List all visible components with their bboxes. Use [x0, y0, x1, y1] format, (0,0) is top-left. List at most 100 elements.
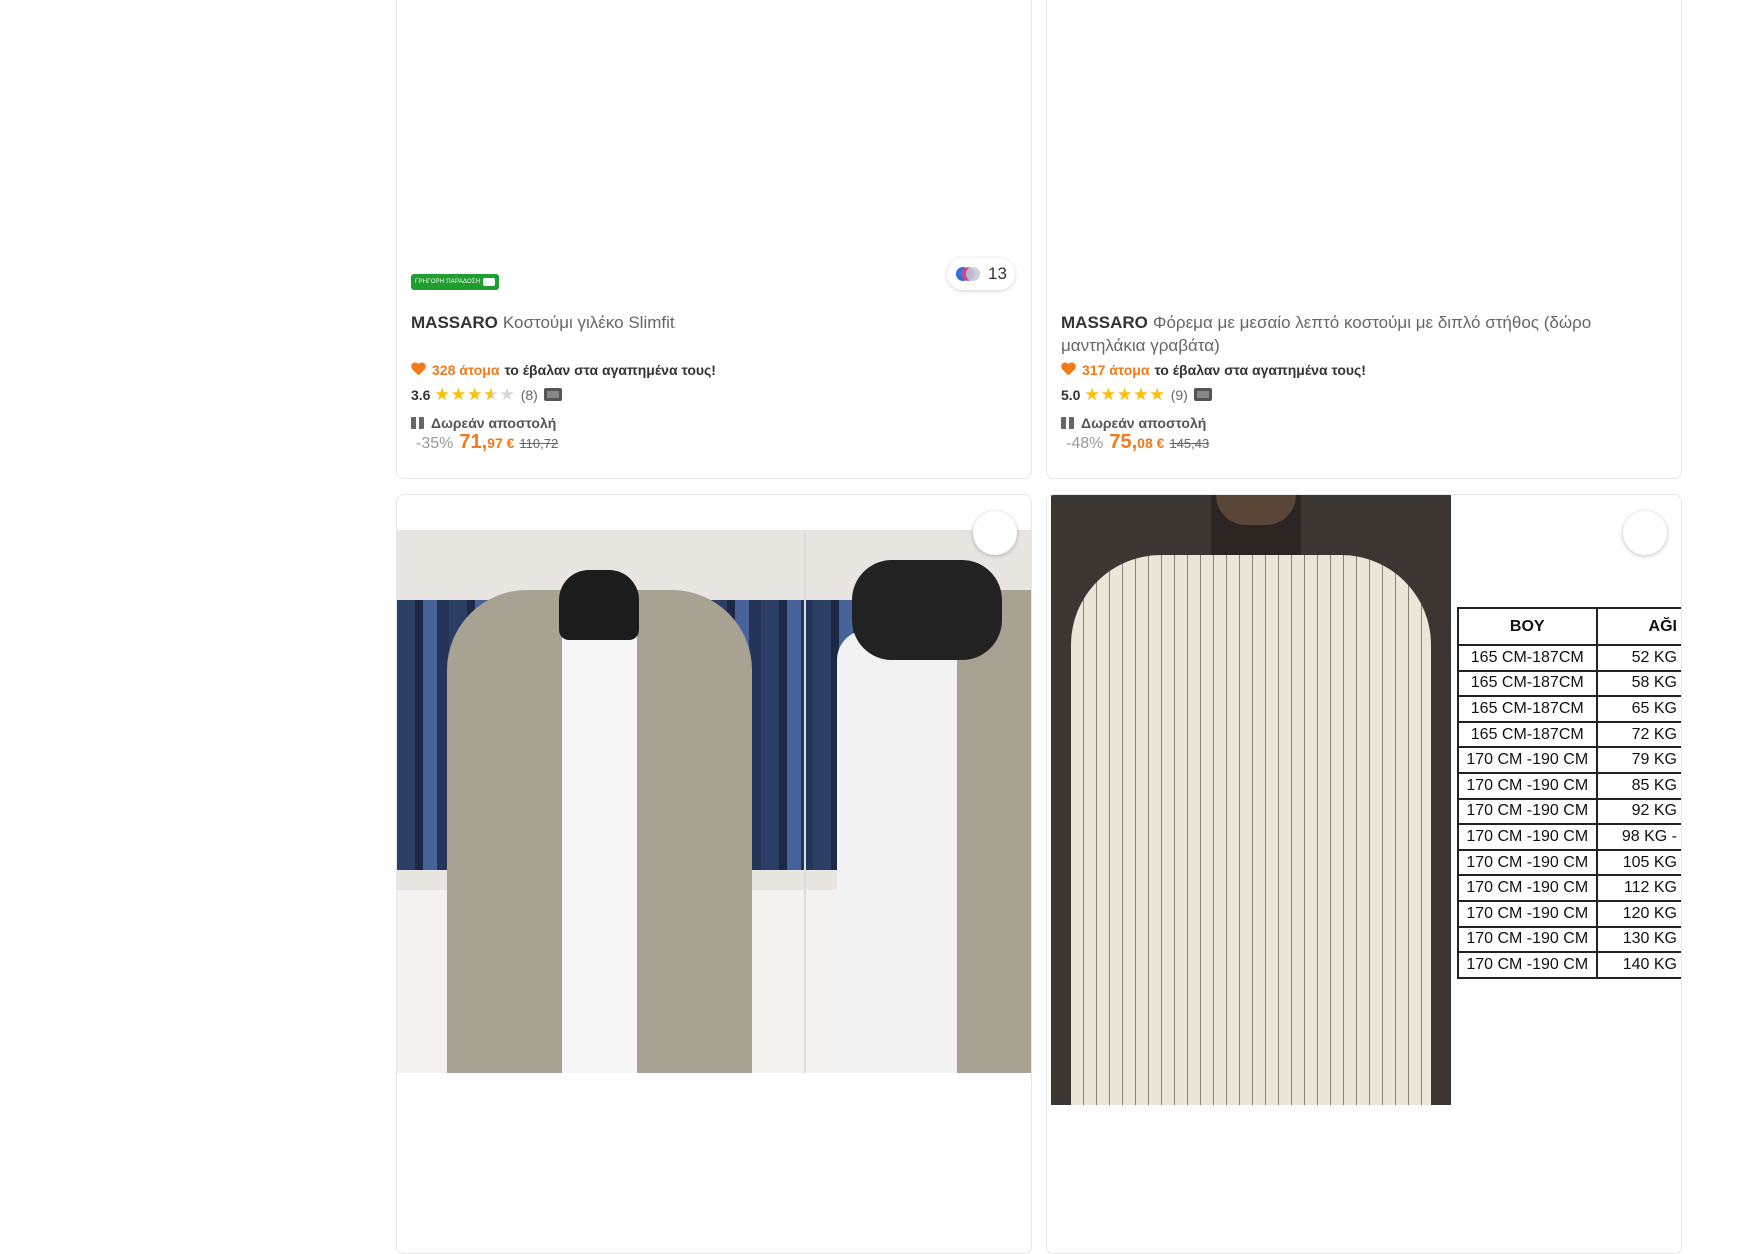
size-height-cell: 170 CM -190 CM	[1457, 951, 1598, 979]
star-icon: ★★	[483, 385, 499, 404]
star-icon: ★★	[1133, 385, 1149, 404]
product-brand: MASSARO	[1061, 313, 1148, 332]
product-card[interactable]: MASSARO Φόρεμα με μεσαίο λεπτό κοστούμι μ…	[1046, 0, 1682, 479]
size-header-weight: AĞI	[1595, 607, 1681, 646]
fast-delivery-badge: ΓΡΗΓΟΡΗ ΠΑΡΑΔΟΣΗ	[411, 274, 499, 290]
size-row: 170 CM -190 CM 120 KG	[1457, 899, 1681, 928]
discount-percent: -35%	[416, 435, 454, 452]
product-card[interactable]: ΓΡΗΓΟΡΗ ΠΑΡΑΔΟΣΗ 13 MASSARO Κοστούμι γιλέ…	[396, 0, 1032, 479]
favorite-button[interactable]	[973, 511, 1017, 555]
size-row: 170 CM -190 CM 92 KG	[1457, 797, 1681, 826]
size-chart-table: BOY AĞI 165 CM-187CM 52 KG 165 CM-187CM 58 …	[1457, 607, 1681, 979]
star-icon: ★★	[499, 385, 515, 404]
box-icon	[411, 417, 424, 429]
star-icon: ★★	[434, 385, 450, 404]
heart-icon	[1061, 363, 1076, 377]
favorites-text: το έβαλαν στα αγαπημένα τους!	[504, 362, 716, 378]
fast-delivery-label: ΓΡΗΓΟΡΗ ΠΑΡΑΔΟΣΗ	[415, 279, 481, 285]
size-weight-cell: 105 KG	[1595, 848, 1681, 877]
photo-review-icon	[543, 388, 562, 401]
size-weight-cell: 79 KG	[1595, 746, 1681, 774]
price-decimal: 97 €	[487, 435, 515, 451]
shipping-label: Δωρεάν αποστολή	[431, 415, 557, 431]
size-row: 170 CM -190 CM 112 KG	[1457, 874, 1681, 902]
price-integer: 75,	[1109, 431, 1138, 453]
product-title[interactable]: MASSARO Φόρεμα με μεσαίο λεπτό κοστούμι μ…	[1061, 311, 1661, 357]
product-image[interactable]: BOY AĞI 165 CM-187CM 52 KG 165 CM-187CM 58 …	[1051, 495, 1681, 1105]
size-height-cell: 170 CM -190 CM	[1457, 848, 1598, 877]
original-price: 145,43	[1169, 436, 1210, 451]
product-brand: MASSARO	[411, 313, 498, 332]
free-shipping: Δωρεάν αποστολή	[1061, 415, 1206, 431]
star-icon: ★★	[1100, 385, 1116, 404]
size-row: 170 CM -190 CM 98 KG -	[1457, 823, 1681, 851]
free-shipping: Δωρεάν αποστολή	[411, 415, 556, 431]
rating-value: 3.6	[411, 386, 431, 403]
favorites-text: το έβαλαν στα αγαπημένα τους!	[1154, 362, 1366, 378]
size-weight-cell: 85 KG	[1595, 771, 1681, 800]
size-weight-cell: 98 KG -	[1595, 823, 1681, 851]
size-row: 165 CM-187CM 58 KG	[1457, 669, 1681, 698]
truck-icon	[483, 278, 495, 286]
size-row: 170 CM -190 CM 130 KG	[1457, 925, 1681, 954]
rating-stars: ★★★★★★★★★★	[1084, 386, 1164, 403]
size-height-cell: 170 CM -190 CM	[1457, 899, 1598, 928]
color-options-badge[interactable]: 13	[947, 258, 1015, 290]
price: -48% 75, 08 € 145,43	[1066, 431, 1209, 454]
size-height-cell: 170 CM -190 CM	[1457, 746, 1598, 774]
review-count: (8)	[520, 386, 538, 403]
star-icon: ★★	[1084, 385, 1100, 404]
palette-icon	[956, 267, 980, 281]
product-card[interactable]: BOY AĞI 165 CM-187CM 52 KG 165 CM-187CM 58 …	[1046, 494, 1682, 1254]
rating[interactable]: 3.6 ★★★★★★★★★★ (8)	[411, 386, 562, 403]
star-icon: ★★	[1149, 385, 1165, 404]
price-integer: 71,	[459, 431, 488, 453]
size-height-cell: 170 CM -190 CM	[1457, 874, 1598, 902]
size-row: 170 CM -190 CM 85 KG	[1457, 771, 1681, 800]
star-icon: ★★	[1116, 385, 1133, 404]
size-height-cell: 170 CM -190 CM	[1457, 823, 1598, 851]
star-icon: ★★	[466, 385, 483, 404]
shipping-label: Δωρεάν αποστολή	[1081, 415, 1207, 431]
size-row: 170 CM -190 CM 79 KG	[1457, 746, 1681, 774]
rating[interactable]: 5.0 ★ ★ ★ ★ ★ ★ ★ ★ ★ ★ (9)	[1061, 386, 1212, 403]
size-weight-cell: 130 KG	[1595, 925, 1681, 954]
color-count: 13	[988, 264, 1007, 283]
size-height-cell: 165 CM-187CM	[1457, 644, 1598, 672]
size-height-cell: 170 CM -190 CM	[1457, 797, 1598, 826]
box-icon	[1061, 417, 1074, 429]
favorites-count: 328 άτομα	[432, 362, 500, 378]
size-row: 170 CM -190 CM 140 KG	[1457, 951, 1681, 979]
product-card[interactable]	[396, 494, 1032, 1254]
favorite-button[interactable]	[1623, 511, 1667, 555]
photo-review-icon	[1193, 388, 1212, 401]
product-title[interactable]: MASSARO Κοστούμι γιλέκο Slimfit	[411, 311, 1011, 334]
heart-icon	[411, 363, 426, 377]
size-weight-cell: 52 KG	[1595, 644, 1681, 672]
favorites-info: 317 άτομα το έβαλαν στα αγαπημένα τους!	[1061, 362, 1366, 378]
size-weight-cell: 65 KG	[1595, 695, 1681, 723]
size-weight-cell: 140 KG	[1595, 951, 1681, 979]
size-row: 165 CM-187CM 65 KG	[1457, 695, 1681, 723]
original-price: 110,72	[519, 436, 559, 451]
size-row: 165 CM-187CM 72 KG	[1457, 720, 1681, 749]
size-weight-cell: 72 KG	[1595, 720, 1681, 749]
size-height-cell: 170 CM -190 CM	[1457, 771, 1598, 800]
size-weight-cell: 120 KG	[1595, 899, 1681, 928]
review-count: (9)	[1170, 386, 1188, 403]
size-row: 165 CM-187CM 52 KG	[1457, 644, 1681, 672]
star-icon: ★★	[450, 385, 466, 404]
size-weight-cell: 92 KG	[1595, 797, 1681, 826]
size-header-height: BOY	[1457, 607, 1598, 646]
favorites-count: 317 άτομα	[1082, 362, 1150, 378]
size-height-cell: 165 CM-187CM	[1457, 669, 1598, 698]
size-weight-cell: 112 KG	[1595, 874, 1681, 902]
product-name: Κοστούμι γιλέκο Slimfit	[502, 313, 675, 332]
rating-value: 5.0	[1061, 386, 1081, 403]
size-height-cell: 165 CM-187CM	[1457, 720, 1598, 749]
product-image[interactable]	[397, 530, 1031, 1073]
size-height-cell: 170 CM -190 CM	[1457, 925, 1598, 954]
size-weight-cell: 58 KG	[1595, 669, 1681, 698]
size-height-cell: 165 CM-187CM	[1457, 695, 1598, 723]
rating-stars: ★★★★★★★★★★	[434, 386, 514, 403]
